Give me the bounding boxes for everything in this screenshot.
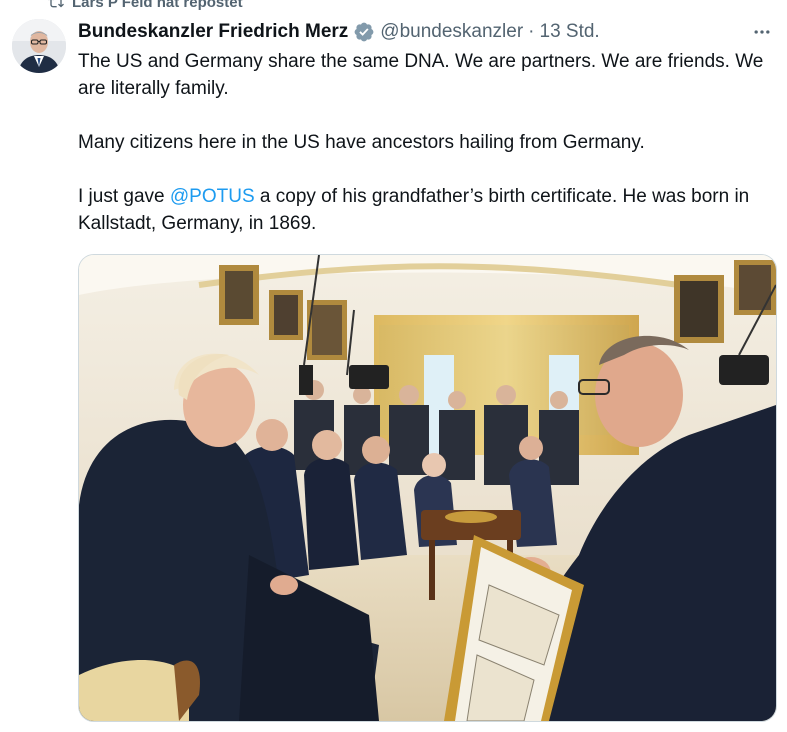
repost-indicator[interactable]: Lars P Feld hat repostet — [48, 0, 243, 11]
verified-badge-icon[interactable] — [353, 21, 375, 43]
repost-label: Lars P Feld hat repostet — [72, 0, 243, 11]
more-options-button[interactable] — [749, 19, 775, 45]
tweet-text-segment: I just gave — [78, 186, 170, 207]
tweet-paragraph: The US and Germany share the same DNA. W… — [78, 51, 764, 99]
avatar[interactable] — [12, 19, 66, 73]
mention-link[interactable]: @POTUS — [170, 186, 255, 207]
tweet-text: The US and Germany share the same DNA. W… — [78, 48, 778, 237]
tweet-header: Bundeskanzler Friedrich Merz @bundeskanz… — [78, 20, 775, 44]
header-separator: · — [528, 21, 535, 42]
more-options-icon — [754, 30, 770, 34]
repost-icon — [48, 0, 64, 8]
tweet-paragraph: Many citizens here in the US have ancest… — [78, 132, 645, 153]
tweet-photo[interactable] — [78, 254, 777, 722]
author-handle[interactable]: @bundeskanzler — [380, 21, 523, 43]
timestamp[interactable]: 13 Std. — [540, 21, 600, 43]
author-name[interactable]: Bundeskanzler Friedrich Merz — [78, 21, 348, 43]
tweet-paragraph: I just gave @POTUS a copy of his grandfa… — [78, 183, 778, 237]
